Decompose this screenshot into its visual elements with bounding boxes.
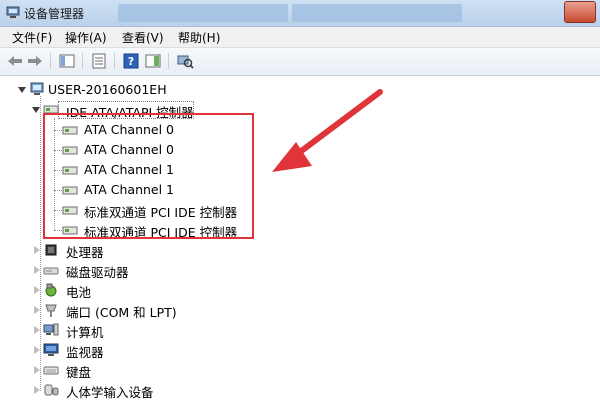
battery-icon (45, 283, 57, 297)
toolbar: ? (0, 47, 600, 76)
title-bar: 设备管理器 (0, 0, 600, 27)
port-icon (45, 304, 57, 317)
keyboard-icon (43, 366, 59, 375)
processor-icon (45, 244, 57, 256)
human-interface-device-icon (44, 384, 59, 396)
category-label: 磁盘驱动器 (66, 265, 129, 280)
category-label: 计算机 (66, 325, 104, 340)
category-label: 电池 (66, 285, 92, 300)
monitor-icon (43, 343, 59, 356)
toolbar-separator (114, 53, 115, 69)
tree-item-batteries[interactable]: 电池 (28, 280, 228, 300)
computer-icon (43, 323, 59, 336)
window-title: 设备管理器 (24, 7, 85, 21)
tree-root[interactable]: USER-20160601EH (14, 80, 214, 100)
toolbar-separator (50, 53, 51, 69)
category-label: 键盘 (66, 365, 92, 380)
tree-item-ports[interactable]: 端口 (COM 和 LPT) (28, 300, 248, 320)
tree-item-keyboards[interactable]: 键盘 (28, 360, 228, 380)
svg-text:?: ? (128, 55, 134, 68)
action-pane-icon[interactable] (144, 53, 162, 69)
menu-file[interactable]: 文件(F) (12, 29, 52, 46)
menu-view[interactable]: 查看(V) (122, 29, 164, 46)
menu-help[interactable]: 帮助(H) (178, 29, 220, 46)
category-label: 监视器 (66, 345, 104, 360)
menu-bar: 文件(F) 操作(A) 查看(V) 帮助(H) (0, 27, 600, 47)
toolbar-separator (82, 53, 83, 69)
computer-name: USER-20160601EH (48, 82, 167, 97)
expand-arrow-icon[interactable] (34, 386, 40, 394)
expand-arrow-icon[interactable] (18, 87, 26, 93)
blurred-region (118, 4, 288, 22)
tree-item-monitors[interactable]: 监视器 (28, 340, 228, 360)
disk-drive-icon (43, 267, 59, 275)
expand-arrow-icon[interactable] (34, 366, 40, 374)
toolbar-separator (168, 53, 169, 69)
tree-item-processors[interactable]: 处理器 (28, 240, 228, 260)
category-label: 处理器 (66, 245, 104, 260)
expand-arrow-icon[interactable] (34, 326, 40, 334)
computer-icon (30, 82, 44, 95)
blurred-region (292, 4, 462, 22)
expand-arrow-icon[interactable] (34, 346, 40, 354)
tree-item-hid[interactable]: 人体学输入设备 (28, 380, 228, 400)
expand-arrow-icon[interactable] (32, 107, 40, 113)
properties-icon[interactable] (90, 53, 108, 69)
scan-hardware-icon[interactable] (176, 53, 194, 69)
show-hide-tree-icon[interactable] (58, 53, 76, 69)
device-manager-icon (6, 6, 20, 18)
category-label: 端口 (COM 和 LPT) (66, 305, 177, 320)
back-arrow-icon[interactable] (6, 53, 24, 69)
menu-action[interactable]: 操作(A) (65, 29, 107, 46)
forward-arrow-icon[interactable] (26, 53, 44, 69)
tree-item-disk-drives[interactable]: 磁盘驱动器 (28, 260, 228, 280)
close-button[interactable] (564, 1, 596, 23)
expand-arrow-icon[interactable] (34, 286, 40, 294)
expand-arrow-icon[interactable] (34, 246, 40, 254)
annotation-box (43, 113, 254, 239)
tree-item-computer[interactable]: 计算机 (28, 320, 228, 340)
expand-arrow-icon[interactable] (34, 306, 40, 314)
expand-arrow-icon[interactable] (34, 266, 40, 274)
category-label: 人体学输入设备 (66, 385, 154, 400)
help-icon[interactable]: ? (122, 53, 140, 69)
